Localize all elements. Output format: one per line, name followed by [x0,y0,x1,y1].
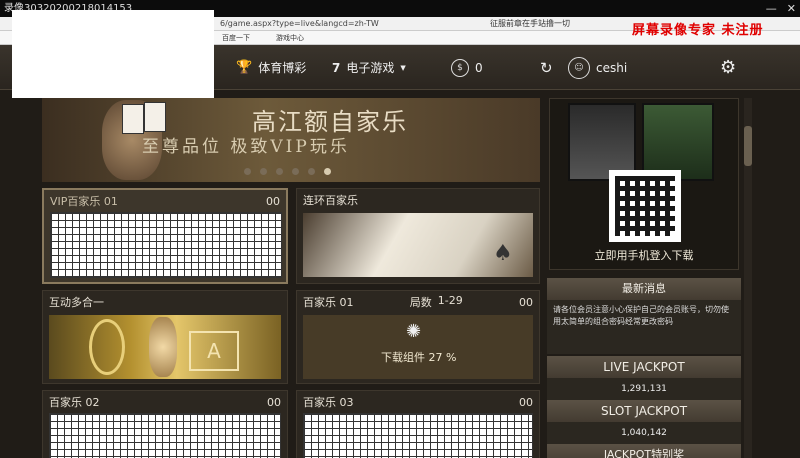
chevron-down-icon: ▼ [400,63,406,72]
dealer-promo-image: A [49,315,281,379]
cards-fan-image: ♠ [303,213,533,277]
username: ceshi [596,60,628,75]
screen: 录像303202002180141​53 — ✕ 6/game.aspx?typ… [0,0,800,458]
dollar-icon: $ [451,58,469,77]
special-jackpot-label: JACKPOT特别奖 [547,444,741,458]
balance-display[interactable]: $ 0 [451,45,483,90]
table-card-header: 百家乐 01 局数 1-29 00 [297,291,539,313]
table-card-header: VIP百家乐 01 00 [44,190,286,212]
spade-icon: ♠ [493,241,513,266]
refresh-button[interactable]: ↻ [540,45,553,90]
trophy-icon: 🏆 [236,60,253,75]
table-name: 连环百家乐 [303,194,358,207]
redaction-overlay [12,10,214,98]
carousel-dot-active[interactable] [324,168,331,175]
mobile-download-text: 立即用手机登入下载 [594,249,694,262]
live-jackpot-value: 1,291,131 [547,378,741,400]
banner-card-image [144,102,166,132]
rounds-value: 1-29 [437,294,463,307]
dealer-image [149,317,177,377]
table-card-continuous-baccarat[interactable]: 连环百家乐 ♠ [296,188,540,284]
table-card-header: 互动多合一 [43,291,287,313]
window-controls: — ✕ [766,0,796,17]
roadmap-grid [50,212,282,278]
news-body: 请各位会员注意小心保护自己的会员账号，切勿使用太简单的组合密码经常更改密码 [547,300,741,354]
settings-button[interactable]: ⚙ [720,45,736,90]
table-count: 00 [266,194,280,208]
live-jackpot-label: LIVE JACKPOT [547,356,741,378]
balance-value: 0 [475,60,483,75]
table-card-header: 百家乐 03 00 [297,391,539,413]
seven-icon: 7 [332,60,341,75]
url-text[interactable]: 6/game.aspx?type=live&langcd=zh-TW [220,17,379,31]
tab-title[interactable]: 征服前章在手站撸一切 [490,17,570,31]
table-name: 互动多合一 [49,296,104,309]
table-count: 00 [519,395,533,409]
minimize-icon[interactable]: — [766,2,777,15]
slot-jackpot-label: SLOT JACKPOT [547,400,741,422]
table-card-vip-baccarat-01[interactable]: VIP百家乐 01 00 [42,188,288,284]
scrollbar-track[interactable] [744,98,752,458]
table-card-header: 百家乐 02 00 [43,391,287,413]
recorder-watermark: 屏幕录像专家 未注册 [632,23,764,38]
bookmark-baidu[interactable]: 百度一下 [222,31,250,45]
user-profile[interactable]: ☺ ceshi [568,45,627,90]
nav-sports-label: 体育博彩 [258,61,307,75]
spinner-icon: ✺ [406,321,422,342]
table-card-baccarat-03[interactable]: 百家乐 03 00 [296,390,540,458]
refresh-icon: ↻ [540,58,553,77]
loading-panel: ✺ 下载组件 27 % [303,315,533,379]
carousel-dot[interactable] [260,168,267,175]
scrollbar-thumb[interactable] [744,126,752,166]
bookmark-game-center[interactable]: 游戏中心 [276,31,304,45]
table-card-baccarat-01[interactable]: 百家乐 01 局数 1-29 00 ✺ 下载组件 27 % [296,290,540,384]
table-card-header: 连环百家乐 [297,189,539,211]
carousel-dot[interactable] [244,168,251,175]
nav-egames-label: 电子游戏 [346,61,395,75]
table-count: 00 [519,295,533,309]
banner-card-image [122,104,144,134]
carousel-dot[interactable] [276,168,283,175]
roadmap-grid [303,413,533,458]
gear-icon: ⚙ [720,57,737,78]
carousel-dot[interactable] [292,168,299,175]
qr-pattern [615,176,675,236]
close-icon[interactable]: ✕ [787,2,796,15]
nav-egames[interactable]: 7 电子游戏 ▼ [332,45,406,90]
rounds-info: 局数 1-29 [410,294,463,310]
slot-jackpot-value: 1,040,142 [547,422,741,444]
table-count: 00 [267,395,281,409]
wheel-image [89,319,125,375]
nav-sports[interactable]: 🏆 体育博彩 [236,45,306,90]
carousel-dot[interactable] [308,168,315,175]
rounds-label: 局数 [409,296,432,309]
table-name: 百家乐 02 [49,396,100,409]
news-header: 最新消息 [547,278,741,300]
table-card-baccarat-02[interactable]: 百家乐 02 00 [42,390,288,458]
table-name: 百家乐 01 [303,296,354,309]
roadmap-grid [49,413,281,458]
promo-banner[interactable]: 高江额自家乐 至尊品位 极致VIP玩乐 [42,98,540,182]
card-logo-image: A [189,331,239,371]
loading-text: 下载组件 27 % [381,351,457,364]
banner-subtitle: 至尊品位 极致VIP玩乐 [142,137,350,157]
table-name: 百家乐 03 [303,396,354,409]
user-icon: ☺ [568,56,590,79]
table-name: VIP百家乐 01 [50,195,118,208]
table-card-interactive-multi[interactable]: 互动多合一 A [42,290,288,384]
qr-code [609,170,681,242]
